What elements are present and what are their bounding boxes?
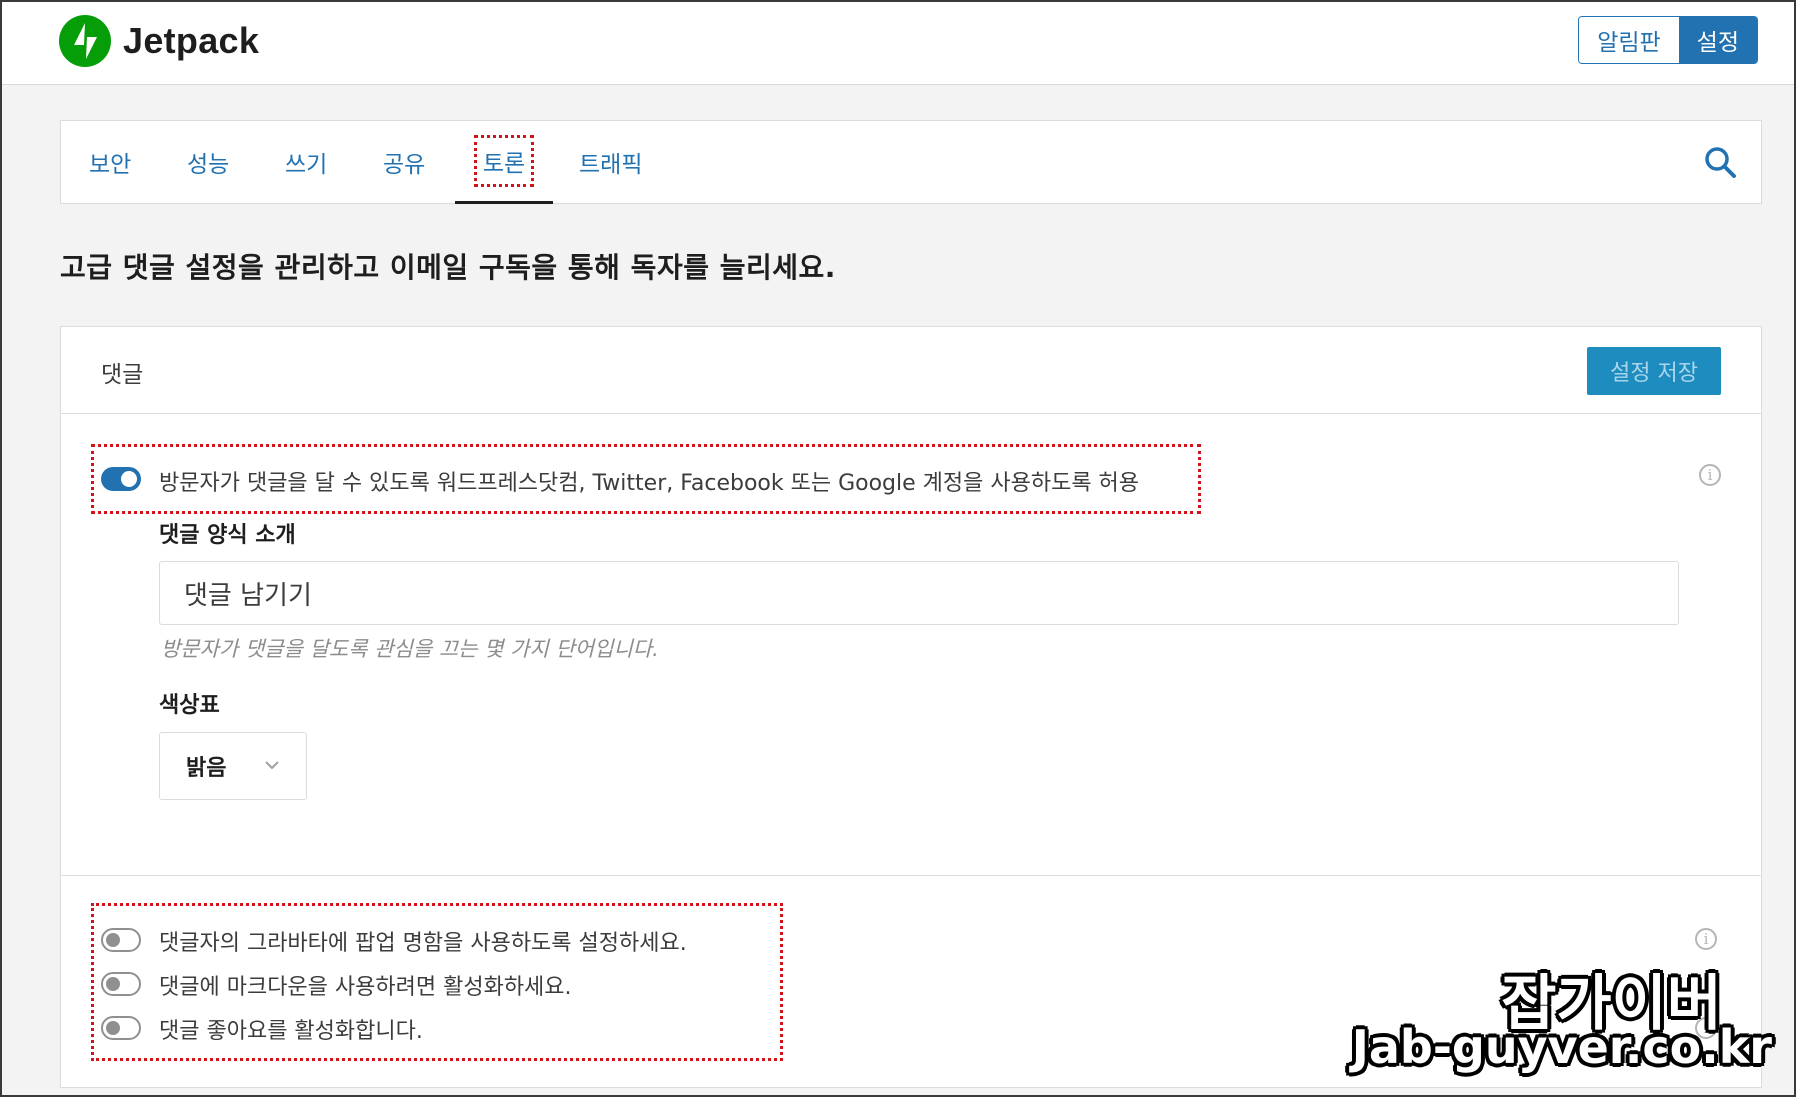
markdown-label: 댓글에 마크다운을 사용하려면 활성화하세요. <box>159 975 572 1000</box>
comment-likes-label: 댓글 좋아요를 활성화합니다. <box>159 1019 423 1044</box>
brand-name: Jetpack <box>123 20 260 61</box>
jetpack-bolt-icon <box>59 15 111 67</box>
tab-traffic[interactable]: 트래픽 <box>579 121 642 203</box>
markdown-toggle[interactable] <box>101 972 141 996</box>
form-intro-label: 댓글 양식 소개 <box>159 523 296 548</box>
top-bar: Jetpack 알림판 설정 <box>2 2 1794 85</box>
tab-writing[interactable]: 쓰기 <box>285 121 327 203</box>
tab-label: 트래픽 <box>579 152 643 178</box>
settings-toggle-button[interactable]: 설정 <box>1678 17 1757 63</box>
tab-label: 공유 <box>383 152 426 178</box>
watermark-url: Jab-guyver.co.kr <box>1351 1020 1772 1074</box>
settings-nav: 보안 성능 쓰기 공유 토론 트래픽 <box>60 120 1762 204</box>
tab-sharing[interactable]: 공유 <box>383 121 425 203</box>
dashboard-toggle-button[interactable]: 알림판 <box>1579 17 1679 63</box>
social-login-label: 방문자가 댓글을 달 수 있도록 워드프레스닷컴, Twitter, Faceb… <box>159 471 1140 496</box>
color-scheme-select[interactable]: 밝음 <box>159 732 307 800</box>
chevron-down-icon <box>265 761 279 770</box>
save-settings-button[interactable]: 설정 저장 <box>1587 347 1721 395</box>
form-intro-help: 방문자가 댓글을 달도록 관심을 끄는 몇 가지 단어입니다. <box>161 637 659 661</box>
search-icon[interactable] <box>1703 145 1737 183</box>
tab-performance[interactable]: 성능 <box>187 121 229 203</box>
color-scheme-label: 색상표 <box>159 693 220 718</box>
tab-security[interactable]: 보안 <box>89 121 131 203</box>
hovercards-label: 댓글자의 그라바타에 팝업 명함을 사용하도록 설정하세요. <box>159 931 687 956</box>
info-icon[interactable]: i <box>1699 464 1721 486</box>
jetpack-logo[interactable]: Jetpack <box>59 15 259 67</box>
app-window: Jetpack 알림판 설정 보안 성능 쓰기 공유 토론 트래픽 고급 댓글 … <box>0 0 1796 1097</box>
color-scheme-value: 밝음 <box>186 756 227 781</box>
card-header: 댓글 설정 저장 <box>61 327 1761 414</box>
tab-label: 성능 <box>187 152 230 178</box>
tab-discussion[interactable]: 토론 <box>455 121 553 204</box>
tab-label: 토론 <box>473 135 535 187</box>
hovercards-toggle[interactable] <box>101 928 141 952</box>
social-login-toggle[interactable] <box>101 467 141 491</box>
comment-likes-toggle[interactable] <box>101 1016 141 1040</box>
section-divider <box>61 875 1761 876</box>
page-heading: 고급 댓글 설정을 관리하고 이메일 구독을 통해 독자를 늘리세요. <box>60 251 836 284</box>
view-switcher: 알림판 설정 <box>1578 16 1758 64</box>
tab-label: 보안 <box>89 152 132 178</box>
tab-label: 쓰기 <box>285 152 328 178</box>
card-title: 댓글 <box>101 362 144 388</box>
info-icon[interactable]: i <box>1695 928 1717 950</box>
comment-form-intro-input[interactable]: 댓글 남기기 <box>159 561 1679 625</box>
